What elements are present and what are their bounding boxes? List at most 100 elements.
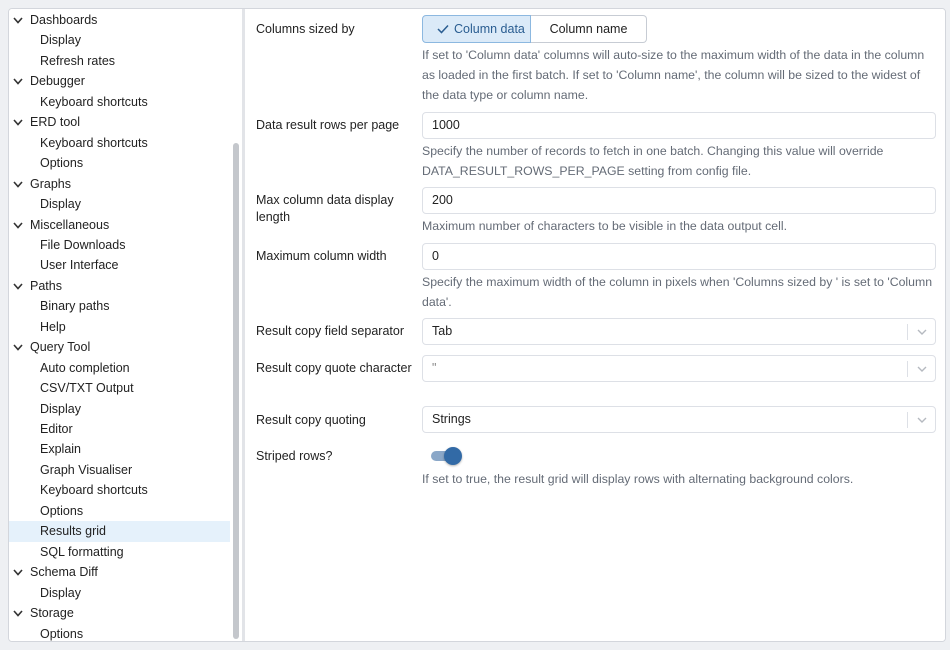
tree-label: Display (40, 197, 81, 212)
tree-label: Options (40, 503, 84, 518)
striped-rows-label: Striped rows? (256, 449, 333, 463)
tree-label: File Downloads (40, 237, 126, 252)
chevron-down-icon[interactable] (13, 220, 23, 230)
tree-group-debugger[interactable]: Debugger (9, 71, 230, 92)
column-data-option[interactable]: Column data (422, 15, 531, 43)
tree-label: ERD tool (30, 115, 81, 130)
column-name-option-label: Column name (549, 22, 628, 36)
tree-label: Options (40, 156, 84, 171)
tree-label: Graphs (30, 176, 71, 191)
tree-item-display[interactable]: Display (9, 399, 230, 420)
tree-item-keyboard-shortcuts[interactable]: Keyboard shortcuts (9, 133, 230, 154)
tree-label: Display (40, 585, 81, 600)
tree-label: Storage (30, 606, 74, 621)
tree-label: Display (40, 401, 81, 416)
select-separator (907, 412, 908, 428)
tree-label: Query Tool (30, 340, 91, 355)
copy-quoting-label: Result copy quoting (256, 413, 366, 427)
tree-group-query-tool[interactable]: Query Tool (9, 337, 230, 358)
copy-field-separator-select[interactable]: Tab (422, 318, 936, 345)
chevron-down-icon[interactable] (13, 281, 23, 291)
preferences-window: Dashboards Display Refresh rates Debugger Ke… (0, 0, 950, 650)
tree-item-help[interactable]: Help (9, 317, 230, 338)
tree-group-schema-diff[interactable]: Schema Diff (9, 562, 230, 583)
max-display-length-value: 200 (432, 193, 453, 207)
copy-quoting-value: Strings (432, 412, 471, 426)
copy-quote-character-value: " (432, 361, 437, 375)
chevron-down-icon[interactable] (916, 363, 928, 375)
tree-group-miscellaneous[interactable]: Miscellaneous (9, 215, 230, 236)
striped-rows-switch[interactable] (431, 447, 462, 465)
chevron-down-icon[interactable] (13, 76, 23, 86)
tree-group-erd-tool[interactable]: ERD tool (9, 112, 230, 133)
chevron-down-icon[interactable] (13, 608, 23, 618)
tree-item-explain[interactable]: Explain (9, 439, 230, 460)
rows-per-page-input[interactable]: 1000 (422, 112, 936, 139)
chevron-down-icon[interactable] (916, 414, 928, 426)
select-separator (907, 324, 908, 340)
tree-label: Help (40, 319, 66, 334)
tree-item-user-interface[interactable]: User Interface (9, 255, 230, 276)
chevron-down-icon[interactable] (13, 179, 23, 189)
tree-scrollbar-thumb[interactable] (233, 143, 239, 639)
tree-item-results-grid[interactable]: Results grid (9, 521, 230, 542)
tree-item-options[interactable]: Options (9, 501, 230, 522)
tree-label: Editor (40, 422, 73, 436)
tree-item-options[interactable]: Options (9, 153, 230, 174)
rows-per-page-help: Specify the number of records to fetch i… (422, 144, 884, 178)
results-grid-settings: Columns sized by Column data Column name… (245, 9, 945, 641)
tree-item-display[interactable]: Display (9, 194, 230, 215)
copy-quote-character-label: Result copy quote character (256, 361, 412, 375)
tree-item-keyboard-shortcuts[interactable]: Keyboard shortcuts (9, 92, 230, 113)
tree-group-graphs[interactable]: Graphs (9, 174, 230, 195)
chevron-down-icon[interactable] (13, 342, 23, 352)
tree-item-csv-txt-output[interactable]: CSV/TXT Output (9, 378, 230, 399)
tree-label: SQL formatting (40, 544, 124, 559)
tree-item-options[interactable]: Options (9, 624, 230, 642)
tree-item-display[interactable]: Display (9, 30, 230, 51)
tree-item-auto-completion[interactable]: Auto completion (9, 358, 230, 379)
tree-item-editor[interactable]: Editor (9, 419, 230, 440)
tree-group-storage[interactable]: Storage (9, 603, 230, 624)
tree-group-paths[interactable]: Paths (9, 276, 230, 297)
tree-item-keyboard-shortcuts[interactable]: Keyboard shortcuts (9, 480, 230, 501)
column-name-option[interactable]: Column name (531, 15, 647, 43)
preferences-tree: Dashboards Display Refresh rates Debugger Ke… (9, 9, 242, 642)
switch-knob[interactable] (444, 447, 462, 465)
tree-label: Paths (30, 278, 62, 293)
tree-item-sql-formatting[interactable]: SQL formatting (9, 542, 230, 563)
preferences-panel: Dashboards Display Refresh rates Debugger Ke… (8, 8, 946, 642)
max-column-width-value: 0 (432, 249, 439, 263)
tree-label: Keyboard shortcuts (40, 483, 148, 498)
columns-sized-by-toggle: Column data Column name (422, 15, 647, 43)
tree-label: Schema Diff (30, 565, 98, 580)
columns-sized-by-help: If set to 'Column data' columns will aut… (422, 48, 925, 102)
chevron-down-icon[interactable] (13, 15, 23, 25)
striped-rows-help: If set to true, the result grid will dis… (422, 472, 854, 486)
tree-item-refresh-rates[interactable]: Refresh rates (9, 51, 230, 72)
copy-field-separator-value: Tab (432, 324, 453, 338)
column-data-option-label: Column data (454, 22, 525, 36)
tree-label: Results grid (40, 524, 106, 539)
tree-label: Refresh rates (40, 53, 116, 68)
chevron-down-icon[interactable] (916, 326, 928, 338)
copy-quote-character-select[interactable]: " (422, 355, 936, 382)
tree-label: Display (40, 33, 81, 48)
copy-quoting-select[interactable]: Strings (422, 406, 936, 433)
tree-item-binary-paths[interactable]: Binary paths (9, 296, 230, 317)
tree-item-display[interactable]: Display (9, 583, 230, 604)
tree-item-file-downloads[interactable]: File Downloads (9, 235, 230, 256)
max-display-length-help: Maximum number of characters to be visib… (422, 219, 787, 233)
columns-sized-by-label: Columns sized by (256, 22, 355, 36)
chevron-down-icon[interactable] (13, 567, 23, 577)
chevron-down-icon[interactable] (13, 117, 23, 127)
max-column-width-label: Maximum column width (256, 249, 387, 263)
tree-group-dashboards[interactable]: Dashboards (9, 10, 230, 31)
tree-label: Debugger (30, 74, 85, 89)
tree-label: Options (40, 626, 84, 641)
tree-label: Miscellaneous (30, 217, 110, 232)
max-column-width-help: Specify the maximum width of the column … (422, 275, 933, 309)
tree-item-graph-visualiser[interactable]: Graph Visualiser (9, 460, 230, 481)
max-column-width-input[interactable]: 0 (422, 243, 936, 270)
max-display-length-input[interactable]: 200 (422, 187, 936, 214)
